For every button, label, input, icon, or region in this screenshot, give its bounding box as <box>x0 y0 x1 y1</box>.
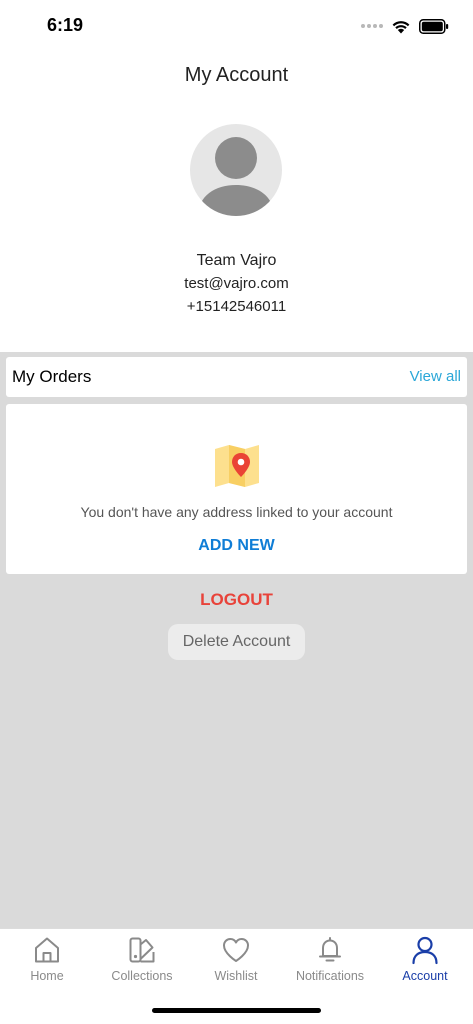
status-bar: 6:19 <box>0 0 473 50</box>
tab-collections-label: Collections <box>111 969 173 983</box>
home-icon <box>35 937 59 963</box>
tab-account-label: Account <box>402 969 448 983</box>
my-orders-title: My Orders <box>12 367 92 386</box>
heart-icon <box>223 938 249 962</box>
person-icon <box>412 936 438 965</box>
tab-wishlist-label: Wishlist <box>214 969 258 983</box>
my-orders-section: My Orders View all <box>6 357 467 397</box>
user-name: Team Vajro <box>196 252 277 269</box>
collections-icon <box>129 937 155 963</box>
home-indicator[interactable] <box>152 1008 321 1013</box>
avatar[interactable] <box>190 124 282 216</box>
wifi-icon <box>392 20 410 33</box>
tab-collections[interactable]: Collections <box>95 935 189 991</box>
status-icons <box>361 16 449 36</box>
logout-button[interactable]: LOGOUT <box>0 590 473 610</box>
no-address-message: You don't have any address linked to you… <box>80 504 393 520</box>
avatar-placeholder-icon <box>198 137 274 216</box>
delete-account-button[interactable]: Delete Account <box>168 624 305 660</box>
bell-icon <box>319 937 341 962</box>
tab-notifications-label: Notifications <box>295 969 365 983</box>
map-pin-icon <box>215 445 259 487</box>
battery-icon <box>419 18 449 34</box>
account-screen: 6:19 My Account Team Vajro test@vajro.co… <box>0 0 473 1024</box>
user-phone: +15142546011 <box>186 298 287 315</box>
address-section: You don't have any address linked to you… <box>6 404 467 574</box>
tab-notifications[interactable]: Notifications <box>283 935 377 991</box>
profile-header-area: 6:19 My Account Team Vajro test@vajro.co… <box>0 0 473 352</box>
add-new-address-button[interactable]: ADD NEW <box>6 537 467 555</box>
status-time: 6:19 <box>47 15 84 35</box>
tab-home-label: Home <box>30 969 64 983</box>
tab-wishlist[interactable]: Wishlist <box>189 935 283 991</box>
signal-icon <box>361 24 383 28</box>
user-email: test@vajro.com <box>184 275 289 292</box>
tab-home[interactable]: Home <box>0 935 94 991</box>
view-all-orders-link[interactable]: View all <box>410 368 461 385</box>
page-title: My Account <box>184 64 289 86</box>
tab-account[interactable]: Account <box>378 935 472 991</box>
